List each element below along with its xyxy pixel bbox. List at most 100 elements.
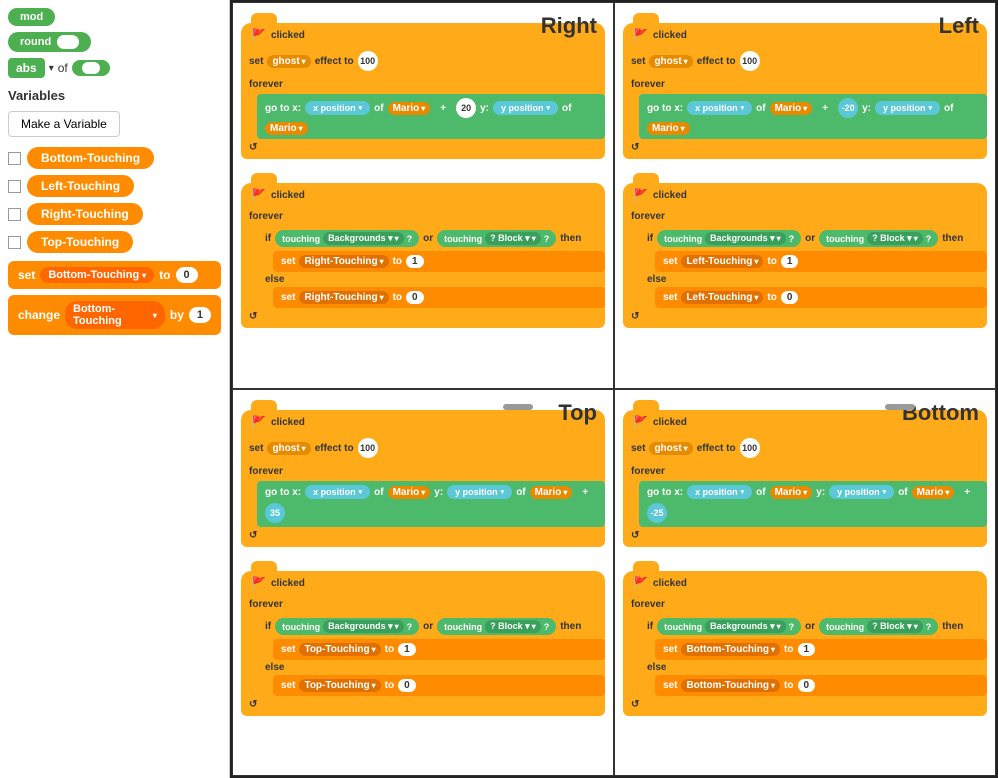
var-checkbox-top[interactable] — [8, 236, 21, 249]
top-xpos-dd[interactable]: x position — [305, 485, 370, 499]
right-scripts: 🚩 clicked set ghost effect to 100 foreve… — [233, 3, 613, 336]
left-mario-dd2[interactable]: Mario — [647, 122, 690, 135]
var-top-touching: Top-Touching — [8, 231, 221, 253]
change-block[interactable]: change Bottom-Touching ▾ by 1 — [8, 295, 221, 335]
quadrant-right-label: Right — [541, 13, 597, 39]
quadrant-right: Right 🚩 clicked set ghost effect to 100 … — [232, 2, 614, 389]
top-tt-dd[interactable]: Top-Touching — [299, 643, 380, 656]
of-toggle[interactable] — [72, 60, 110, 76]
ghost-dd[interactable]: ghost — [267, 55, 310, 68]
top-touching-bg[interactable]: touching Backgrounds ▾ ? — [275, 618, 419, 635]
bottom-mario-dd2[interactable]: Mario — [912, 486, 955, 499]
top-ypos-dd[interactable]: y position — [447, 485, 512, 499]
bottom-else-indent: set Bottom-Touching to 0 — [639, 675, 987, 696]
round-block[interactable]: round — [8, 32, 91, 52]
bottom-mario-dd[interactable]: Mario — [770, 486, 813, 499]
var-pill-left[interactable]: Left-Touching — [27, 175, 134, 197]
top-tt-dd2[interactable]: Top-Touching — [299, 679, 380, 692]
bottom-bt-dd2[interactable]: Bottom-Touching — [681, 679, 780, 692]
bottom-scripts: 🚩 clicked set ghost effect to 100 foreve… — [615, 390, 995, 724]
mod-block[interactable]: mod — [8, 8, 55, 26]
var-right-touching: Right-Touching — [8, 203, 221, 225]
top-ghost-dd[interactable]: ghost — [267, 442, 310, 455]
top-else-indent: set Top-Touching to 0 — [257, 675, 605, 696]
bottom-bt-val-0: 0 — [798, 679, 816, 692]
touching-block-2[interactable]: touching ? Block ▾ ? — [437, 230, 556, 247]
quadrant-left-label: Left — [939, 13, 979, 39]
left-script-1: 🚩 clicked set ghost effect to 100 foreve… — [623, 11, 987, 159]
abs-pill[interactable]: abs — [8, 58, 45, 78]
top-mario-dd2[interactable]: Mario — [530, 486, 573, 499]
top-goto-indent: go to x: x position of Mario y: y positi… — [241, 481, 605, 527]
left-lt-val-0: 0 — [781, 291, 799, 304]
var-bottom-touching: Bottom-Touching — [8, 147, 221, 169]
left-touching-block[interactable]: touching ? Block ▾ ? — [819, 230, 938, 247]
flag-icon-b2: 🚩 — [633, 576, 648, 590]
change-var-dropdown[interactable]: Bottom-Touching ▾ — [65, 301, 165, 329]
set-block[interactable]: set Bottom-Touching ▾ to 0 — [8, 261, 221, 289]
top-mario-dd[interactable]: Mario — [388, 486, 431, 499]
mario-dd-1b[interactable]: Mario — [265, 122, 308, 135]
var-pill-right[interactable]: Right-Touching — [27, 203, 143, 225]
when-clicked-hat-2: 🚩 clicked — [241, 183, 605, 207]
top-minimize-btn[interactable] — [503, 404, 533, 410]
bottom-plus: + — [958, 486, 976, 499]
rt-dd-2[interactable]: Right-Touching — [299, 255, 388, 268]
var-pill-top[interactable]: Top-Touching — [27, 231, 133, 253]
bottom-bt-dd[interactable]: Bottom-Touching — [681, 643, 780, 656]
bottom-goto: go to x: x position of Mario y: y positi… — [639, 481, 987, 527]
flag-icon-l2: 🚩 — [633, 188, 648, 202]
left-forever-2: forever — [623, 207, 987, 226]
bottom-ghost-dd[interactable]: ghost — [649, 442, 692, 455]
mario-dd-1[interactable]: Mario — [388, 102, 431, 115]
flag-icon-t1: 🚩 — [251, 415, 266, 429]
var-checkbox-bottom[interactable] — [8, 152, 21, 165]
set-var-dropdown[interactable]: Bottom-Touching ▾ — [40, 267, 154, 283]
left-set-lt-1: set Left-Touching to 1 — [655, 251, 987, 272]
var-pill-bottom[interactable]: Bottom-Touching — [27, 147, 154, 169]
rt-dd-2b[interactable]: Right-Touching — [299, 291, 388, 304]
left-set-ghost-1: set ghost effect to 100 — [623, 47, 987, 75]
left-when-clicked-1: 🚩 clicked — [623, 23, 987, 47]
left-ypos-dd[interactable]: y position — [875, 101, 940, 115]
else-label-2: else — [257, 272, 605, 287]
left-touching-bg[interactable]: touching Backgrounds ▾ ? — [657, 230, 801, 247]
right-script-2: 🚩 clicked forever if touching Background… — [241, 171, 605, 328]
bottom-bt-val-1: 1 — [798, 643, 816, 656]
top-then-indent: set Top-Touching to 1 — [257, 639, 605, 660]
top-else: else — [257, 660, 605, 675]
left-lt-dd2[interactable]: Left-Touching — [681, 291, 763, 304]
quadrant-left: Left 🚩 clicked set ghost effect to 100 f… — [614, 2, 996, 389]
set-value-input[interactable]: 0 — [176, 267, 198, 283]
top-when-clicked-2: 🚩 clicked — [241, 571, 605, 595]
bottom-minimize-btn[interactable] — [885, 404, 915, 410]
var-checkbox-left[interactable] — [8, 180, 21, 193]
rt-val-0: 0 — [406, 291, 424, 304]
top-forever-2: forever — [241, 595, 605, 614]
bottom-ypos-dd[interactable]: y position — [829, 485, 894, 499]
left-xpos-dd[interactable]: x position — [687, 101, 752, 115]
bottom-xpos-dd[interactable]: x position — [687, 485, 752, 499]
bottom-set-ghost: set ghost effect to 100 — [623, 434, 987, 462]
flag-icon-b1: 🚩 — [633, 415, 648, 429]
left-ghost-dd[interactable]: ghost — [649, 55, 692, 68]
top-tt-val-0: 0 — [398, 679, 416, 692]
make-variable-button[interactable]: Make a Variable — [8, 111, 120, 137]
top-touching-block[interactable]: touching ? Block ▾ ? — [437, 618, 556, 635]
left-mario-dd[interactable]: Mario — [770, 102, 813, 115]
left-offset: -20 — [838, 98, 858, 118]
left-lt-dd[interactable]: Left-Touching — [681, 255, 763, 268]
y-pos-dd-1[interactable]: y position — [493, 101, 558, 115]
top-if-indent: if touching Backgrounds ▾ ? or touching … — [241, 614, 605, 696]
goto-block-1: go to x: x position of Mario + 20 y: y p… — [257, 94, 605, 139]
bottom-touching-bg[interactable]: touching Backgrounds ▾ ? — [657, 618, 801, 635]
x-pos-dd-1[interactable]: x position — [305, 101, 370, 115]
variables-section: Variables Make a Variable Bottom-Touchin… — [8, 88, 221, 335]
left-set-lt-0: set Left-Touching to 0 — [655, 287, 987, 308]
touching-bg-2[interactable]: touching Backgrounds ▾ ? — [275, 230, 419, 247]
var-checkbox-right[interactable] — [8, 208, 21, 221]
bottom-touching-block[interactable]: touching ? Block ▾ ? — [819, 618, 938, 635]
change-value-input[interactable]: 1 — [189, 307, 211, 323]
bottom-if-top: if touching Backgrounds ▾ ? or touching … — [639, 614, 987, 639]
if-indent-2: if touching Backgrounds ▾ ? or touching … — [241, 226, 605, 308]
